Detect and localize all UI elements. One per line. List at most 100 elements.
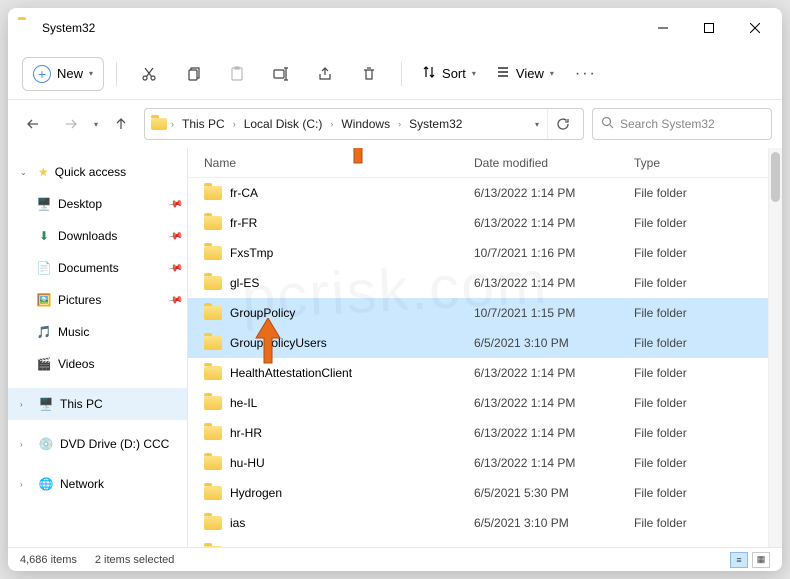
nav-downloads[interactable]: ⬇Downloads📌	[8, 220, 187, 252]
nav-label: Desktop	[58, 197, 102, 211]
folder-icon	[18, 20, 34, 36]
column-type[interactable]: Type	[634, 156, 782, 170]
file-type: File folder	[634, 426, 782, 440]
nav-documents[interactable]: 📄 Documents 📌	[8, 252, 187, 284]
nav-quick-access[interactable]: ⌄ ★ Quick access	[8, 156, 187, 188]
nav-dvd-drive[interactable]: ›💿DVD Drive (D:) CCCC	[8, 428, 187, 460]
navigation-bar: ▾ › This PC › Local Disk (C:) › Windows …	[8, 100, 782, 148]
column-headers[interactable]: Name Date modified Type	[188, 148, 782, 178]
folder-icon	[151, 118, 167, 130]
file-name: fr-CA	[230, 186, 258, 200]
scrollbar[interactable]	[768, 148, 782, 547]
pin-icon: 📌	[167, 228, 184, 244]
breadcrumb-segment[interactable]: This PC	[178, 115, 229, 133]
table-row[interactable]: hu-HU 6/13/2022 1:14 PM File folder	[188, 448, 782, 478]
details-view-button[interactable]: ≡	[730, 552, 748, 568]
minimize-button[interactable]	[640, 8, 686, 48]
breadcrumb-segment[interactable]: Windows	[337, 115, 394, 133]
delete-button[interactable]	[349, 57, 389, 91]
table-row[interactable]: icsxml 6/5/2021 3:10 PM File folder	[188, 538, 782, 547]
paste-button[interactable]	[217, 57, 257, 91]
chevron-down-icon[interactable]: ▾	[535, 120, 539, 129]
cut-button[interactable]	[129, 57, 169, 91]
table-row[interactable]: Hydrogen 6/5/2021 5:30 PM File folder	[188, 478, 782, 508]
search-box[interactable]: Search System32	[592, 108, 772, 140]
table-row[interactable]: ias 6/5/2021 3:10 PM File folder	[188, 508, 782, 538]
share-button[interactable]	[305, 57, 345, 91]
copy-button[interactable]	[173, 57, 213, 91]
nav-label: Pictures	[58, 293, 101, 307]
folder-icon	[204, 486, 222, 500]
sort-icon	[422, 65, 436, 82]
file-date: 10/7/2021 1:15 PM	[474, 306, 634, 320]
nav-music[interactable]: 🎵Music	[8, 316, 187, 348]
file-type: File folder	[634, 216, 782, 230]
chevron-right-icon: ›	[398, 119, 401, 129]
nav-videos[interactable]: 🎬Videos	[8, 348, 187, 380]
nav-label: Quick access	[55, 165, 126, 179]
file-name: hr-HR	[230, 426, 262, 440]
pc-icon: 🖥️	[38, 396, 54, 412]
file-name: HealthAttestationClient	[230, 366, 352, 380]
nav-label: Documents	[58, 261, 119, 275]
table-row[interactable]: FxsTmp 10/7/2021 1:16 PM File folder	[188, 238, 782, 268]
status-selected-count: 2 items selected	[95, 554, 174, 566]
column-date[interactable]: Date modified	[474, 156, 634, 170]
file-date: 6/13/2022 1:14 PM	[474, 426, 634, 440]
folder-icon	[204, 396, 222, 410]
more-button[interactable]: ···	[566, 57, 606, 91]
folder-icon	[204, 426, 222, 440]
maximize-button[interactable]	[686, 8, 732, 48]
nav-network[interactable]: ›🌐Network	[8, 468, 187, 500]
expand-icon[interactable]: ›	[20, 400, 32, 409]
content-area: ⌄ ★ Quick access 🖥️Desktop📌 ⬇Downloads📌 …	[8, 148, 782, 547]
view-button[interactable]: View ▾	[488, 57, 562, 91]
breadcrumb-segment[interactable]: Local Disk (C:)	[240, 115, 327, 133]
address-bar[interactable]: › This PC › Local Disk (C:) › Windows › …	[144, 108, 584, 140]
navigation-pane[interactable]: ⌄ ★ Quick access 🖥️Desktop📌 ⬇Downloads📌 …	[8, 148, 188, 547]
sort-button[interactable]: Sort ▾	[414, 57, 484, 91]
history-chevron-icon[interactable]: ▾	[94, 120, 98, 129]
window-controls	[640, 8, 778, 48]
table-row[interactable]: he-IL 6/13/2022 1:14 PM File folder	[188, 388, 782, 418]
icons-view-button[interactable]: ▦	[752, 552, 770, 568]
up-button[interactable]	[106, 109, 136, 139]
pin-icon: 📌	[167, 260, 184, 276]
nav-this-pc[interactable]: ›🖥️This PC	[8, 388, 187, 420]
table-row[interactable]: fr-CA 6/13/2022 1:14 PM File folder	[188, 178, 782, 208]
nav-pictures[interactable]: 🖼️Pictures📌	[8, 284, 187, 316]
nav-label: Music	[58, 325, 89, 339]
breadcrumb-segment[interactable]: System32	[405, 115, 466, 133]
file-name: FxsTmp	[230, 246, 273, 260]
expand-icon[interactable]: ›	[20, 480, 32, 489]
window-title: System32	[42, 21, 640, 35]
nav-desktop[interactable]: 🖥️Desktop📌	[8, 188, 187, 220]
titlebar[interactable]: System32	[8, 8, 782, 48]
expand-icon[interactable]: ›	[20, 440, 32, 449]
chevron-right-icon: ›	[233, 119, 236, 129]
pin-icon: 📌	[167, 196, 184, 212]
file-date: 6/13/2022 1:14 PM	[474, 456, 634, 470]
plus-icon: +	[33, 65, 51, 83]
forward-button[interactable]	[56, 109, 86, 139]
collapse-icon[interactable]: ⌄	[20, 168, 32, 177]
file-date: 6/13/2022 1:14 PM	[474, 366, 634, 380]
table-row[interactable]: fr-FR 6/13/2022 1:14 PM File folder	[188, 208, 782, 238]
back-button[interactable]	[18, 109, 48, 139]
file-date: 10/7/2021 1:16 PM	[474, 246, 634, 260]
file-name: hu-HU	[230, 456, 265, 470]
new-button[interactable]: + New ▾	[22, 57, 104, 91]
nav-label: Network	[60, 477, 104, 491]
close-button[interactable]	[732, 8, 778, 48]
folder-icon	[204, 546, 222, 547]
file-date: 6/5/2021 3:10 PM	[474, 546, 634, 547]
table-row[interactable]: gl-ES 6/13/2022 1:14 PM File folder	[188, 268, 782, 298]
file-type: File folder	[634, 186, 782, 200]
documents-icon: 📄	[36, 260, 52, 276]
table-row[interactable]: hr-HR 6/13/2022 1:14 PM File folder	[188, 418, 782, 448]
refresh-button[interactable]	[547, 109, 577, 139]
search-placeholder: Search System32	[620, 117, 715, 131]
file-name: ias	[230, 516, 245, 530]
file-date: 6/5/2021 5:30 PM	[474, 486, 634, 500]
rename-button[interactable]	[261, 57, 301, 91]
